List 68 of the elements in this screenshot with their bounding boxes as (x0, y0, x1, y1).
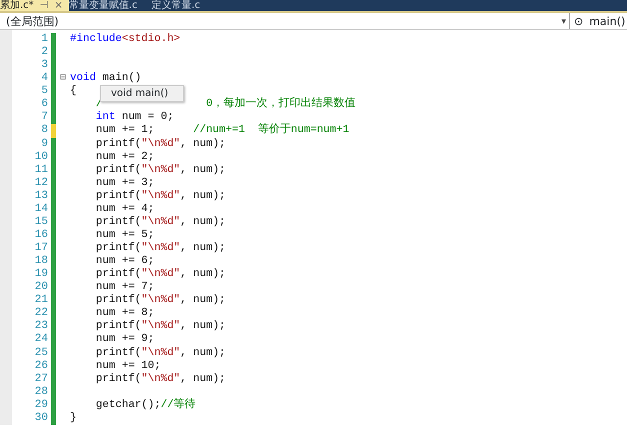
code-line: printf("\n%d", num); (94, 164, 226, 177)
line-number: 28 (34, 386, 48, 399)
line-number: 6 (40, 98, 48, 112)
code-line: num += 9; (94, 333, 154, 346)
line-number: 9 (40, 138, 48, 151)
code-line: num += 1; //num+=1 等价于num=num+1 (94, 124, 350, 138)
code-line: printf("\n%d", num); (94, 372, 226, 386)
line-number: 18 (34, 255, 48, 268)
line-number: 1 (40, 33, 48, 46)
line-number: 13 (34, 190, 48, 203)
code-line: num += 2; (94, 150, 154, 164)
line-number: 15 (34, 216, 48, 229)
code-line: printf("\n%d", num); (94, 242, 226, 256)
line-number: 23 (34, 320, 48, 334)
member-label: main() (589, 14, 626, 29)
line-number: 25 (34, 346, 48, 360)
tab-label: 累加.c* (0, 0, 34, 11)
dropdown-arrow-icon[interactable]: ▾ (561, 14, 569, 29)
code-line: num += 10; (94, 360, 161, 373)
code-line: getchar();//等待 (94, 398, 196, 412)
line-number: 20 (34, 281, 48, 294)
collapse-icon[interactable]: ⊟ (56, 72, 70, 86)
code-line: int num = 0; (94, 111, 174, 124)
line-number: 10 (34, 150, 48, 164)
line-number: 4 (40, 72, 48, 86)
code-line: printf("\n%d", num); (94, 320, 226, 334)
code-line: printf("\n%d", num); (94, 138, 226, 151)
code-line: num += 6; (94, 255, 154, 268)
line-number: 19 (34, 268, 48, 282)
line-number: 26 (34, 360, 48, 373)
code-line: num += 7; (94, 281, 154, 294)
line-number: 3 (40, 59, 48, 72)
code-line: #include<stdio.h> (70, 33, 180, 46)
scope-label: (全局范围) (6, 14, 60, 29)
code-line: printf("\n%d", num); (94, 294, 226, 308)
line-number: 24 (34, 333, 48, 346)
close-icon[interactable]: × (54, 0, 63, 11)
scope-dropdown[interactable]: (全局范围) ▾ (0, 13, 569, 29)
code-line: printf("\n%d", num); (94, 216, 226, 229)
line-number: 14 (34, 202, 48, 216)
line-number: 21 (34, 294, 48, 308)
line-number: 22 (34, 307, 48, 320)
line-number: 27 (34, 372, 48, 386)
line-number: 16 (34, 228, 48, 242)
code-line: } (70, 412, 76, 425)
line-number: 29 (34, 398, 48, 412)
line-number: 5 (40, 85, 48, 98)
member-dropdown[interactable]: ⊙ main() (569, 13, 627, 29)
code-line: num += 5; (94, 228, 154, 242)
code-line: num += 4; (94, 202, 154, 216)
code-line: num += 3; (94, 176, 154, 190)
pin-icon[interactable]: ⊣ (40, 0, 48, 11)
code-line: num += 8; (94, 307, 154, 320)
line-number: 17 (34, 242, 48, 256)
code-line: printf("\n%d", num); (94, 346, 226, 360)
code-line: { (70, 85, 76, 98)
tooltip: void main() (100, 85, 184, 102)
line-number: 30 (34, 412, 48, 425)
code-line: printf("\n%d", num); (94, 190, 226, 203)
line-number: 2 (40, 46, 48, 60)
line-number: 8 (40, 124, 48, 138)
editor-tab[interactable]: 累加.c* ⊣ × (0, 0, 69, 11)
line-number: 7 (40, 111, 48, 124)
line-number: 12 (34, 176, 48, 190)
line-number: 11 (34, 164, 48, 177)
code-line: void main() (70, 72, 142, 85)
code-line: printf("\n%d", num); (94, 268, 226, 282)
method-icon: ⊙ (574, 14, 584, 29)
